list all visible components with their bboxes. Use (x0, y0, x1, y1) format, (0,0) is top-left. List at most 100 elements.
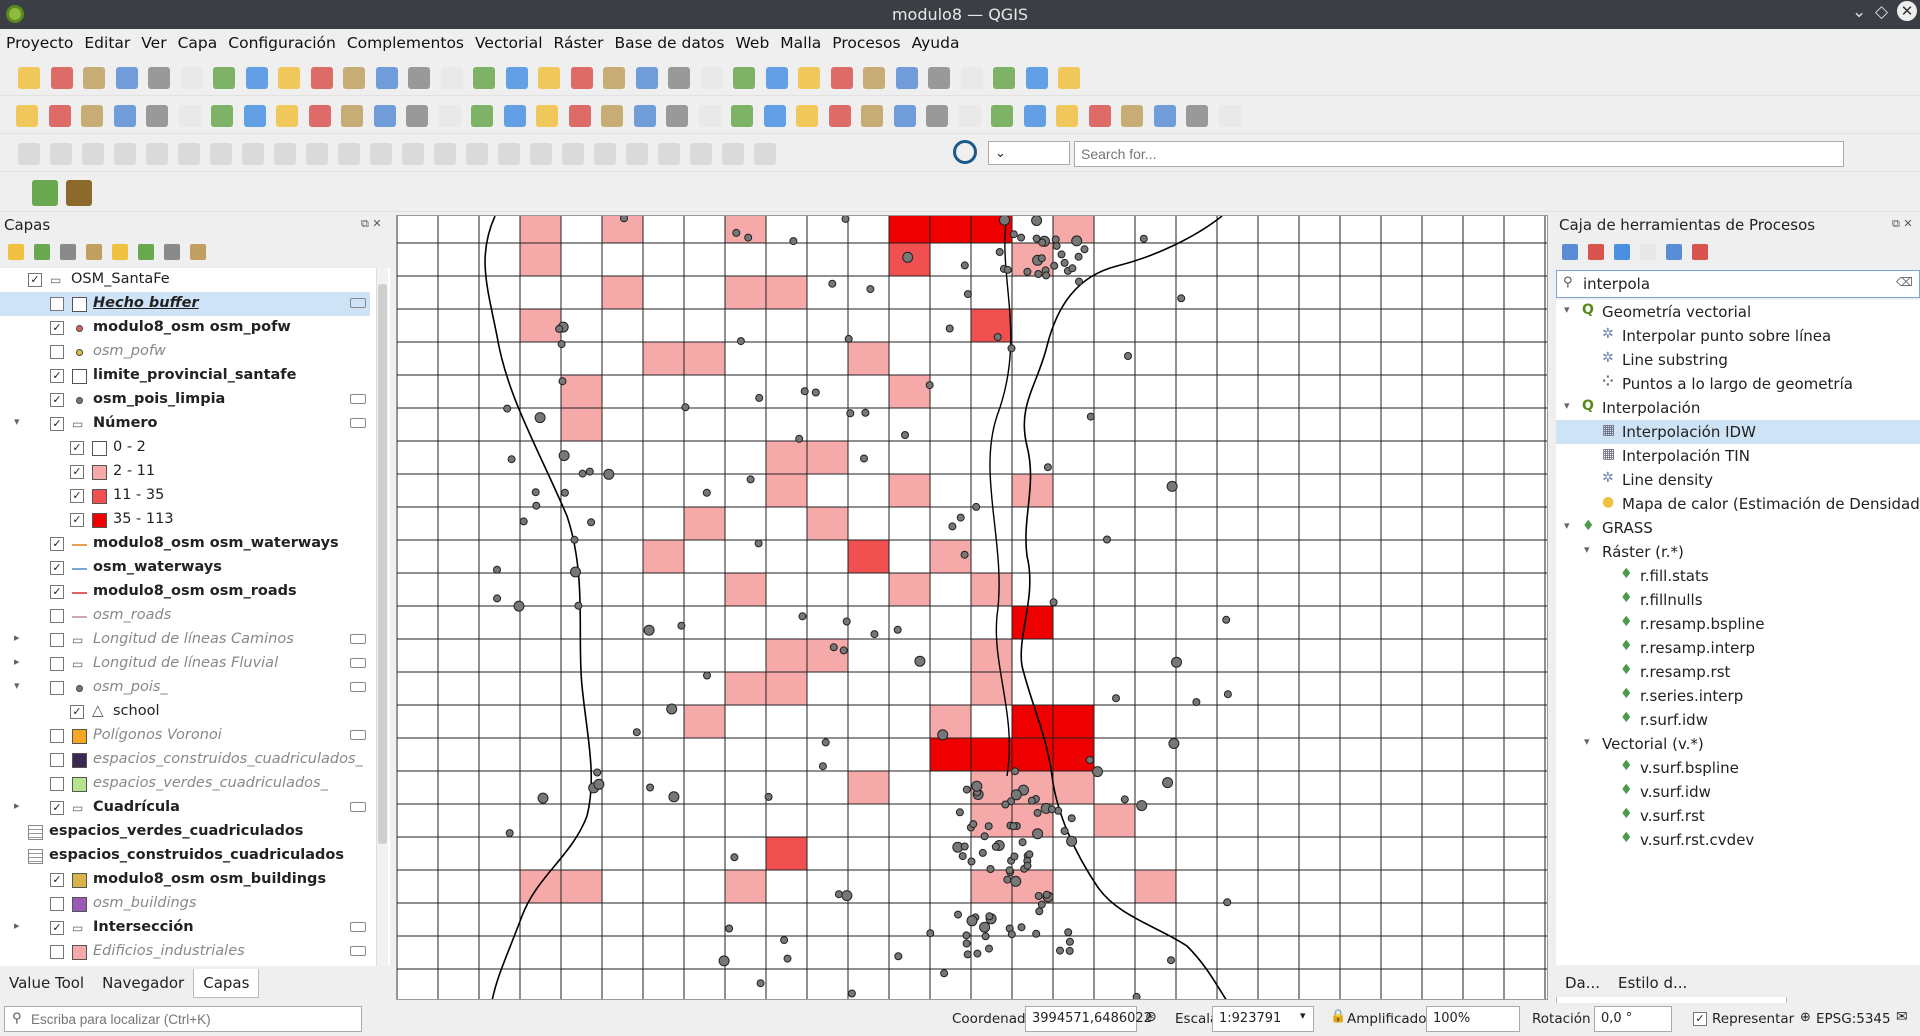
layer-item[interactable]: osm_roads (0, 604, 370, 628)
layers-tool-4-icon[interactable] (86, 244, 102, 260)
tab-navegador[interactable]: Navegador (93, 969, 193, 997)
rotation-field[interactable]: 0,0 ° (1594, 1006, 1672, 1032)
layers-tool-7-icon[interactable] (164, 244, 180, 260)
menu-procesos[interactable]: Procesos (826, 29, 905, 52)
layers-tool-1-icon[interactable] (8, 244, 24, 260)
tb2-tool-27-icon[interactable] (861, 105, 883, 127)
menu-web[interactable]: Web (729, 29, 774, 52)
tb1-tool-26-icon[interactable] (830, 67, 853, 89)
tb2-tool-9-icon[interactable] (276, 105, 298, 127)
tb1-tool-31-icon[interactable] (993, 67, 1015, 89)
tb2-tool-5-icon[interactable] (146, 105, 168, 127)
layer-checkbox[interactable] (50, 777, 64, 791)
expand-arrow-icon[interactable]: ▾ (1564, 519, 1570, 532)
digitize-tool-23-icon[interactable] (722, 143, 744, 165)
layer-checkbox[interactable]: ✓ (70, 705, 84, 719)
tb1-tool-14-icon[interactable] (440, 67, 463, 89)
menu-malla[interactable]: Malla (774, 29, 826, 52)
layer-item[interactable]: ✓ modulo8_osm osm_buildings (0, 868, 370, 892)
toolbox-node[interactable]: ● Mapa de calor (Estimación de Densidad .… (1556, 492, 1920, 516)
tb2-tool-4-icon[interactable] (113, 105, 136, 127)
tb2-tool-15-icon[interactable] (471, 105, 493, 127)
layer-checkbox[interactable]: ✓ (50, 321, 64, 335)
scale-dropdown-icon[interactable]: ▾ (1300, 1009, 1306, 1022)
tb1-tool-29-icon[interactable] (928, 67, 950, 89)
tb2-tool-26-icon[interactable] (828, 105, 851, 127)
tb2-tool-2-icon[interactable] (48, 105, 71, 127)
right-tab-2[interactable]: Estilo d... (1609, 969, 1696, 997)
tb1-tool-3-icon[interactable] (83, 67, 105, 89)
maximize-icon[interactable]: ◇ (1875, 2, 1888, 22)
filter-indicator-icon[interactable] (350, 418, 366, 428)
digitize-tool-19-icon[interactable] (594, 143, 616, 165)
tb1-tool-17-icon[interactable] (538, 67, 560, 89)
layer-checkbox[interactable] (50, 729, 64, 743)
digitize-tool-21-icon[interactable] (658, 143, 680, 165)
layer-checkbox[interactable]: ✓ (50, 801, 64, 815)
tb2-tool-20-icon[interactable] (633, 105, 656, 127)
tb2-tool-31-icon[interactable] (991, 105, 1013, 127)
layer-checkbox[interactable] (50, 633, 64, 647)
menu-configuración[interactable]: Configuración (222, 29, 341, 52)
layer-checkbox[interactable]: ✓ (50, 585, 64, 599)
digitize-tool-18-icon[interactable] (562, 143, 584, 165)
tb2-tool-24-icon[interactable] (763, 105, 786, 127)
tb2-tool-7-icon[interactable] (211, 105, 233, 127)
toolbox-node[interactable]: ▦ Interpolación IDW (1556, 420, 1920, 444)
layer-checkbox[interactable]: ✓ (70, 441, 84, 455)
tb1-tool-9-icon[interactable] (278, 67, 300, 89)
tb2-tool-3-icon[interactable] (81, 105, 103, 127)
layer-item[interactable]: ✓ 35 - 113 (0, 508, 370, 532)
layer-item[interactable]: Hecho buffer (0, 292, 370, 316)
toolbox-node[interactable]: ▾ ♦ GRASS (1556, 516, 1920, 540)
tb1-tool-11-icon[interactable] (343, 67, 365, 89)
right-tab-1[interactable]: Da... (1556, 969, 1609, 997)
layer-item[interactable]: ✓ modulo8_osm osm_waterways (0, 532, 370, 556)
layer-item[interactable]: ✓ 0 - 2 (0, 436, 370, 460)
toolbox-tool-3-icon[interactable] (1614, 244, 1630, 260)
expand-arrow-icon[interactable]: ▾ (1564, 399, 1570, 412)
digitize-tool-4-icon[interactable] (114, 143, 136, 165)
tb1-tool-12-icon[interactable] (375, 67, 398, 89)
filter-indicator-icon[interactable] (350, 682, 366, 692)
locator-input[interactable] (4, 1006, 362, 1032)
tb1-tool-33-icon[interactable] (1058, 67, 1080, 89)
toolbox-tool-2-icon[interactable] (1588, 244, 1604, 260)
lock-icon[interactable]: 🔒 (1330, 1009, 1346, 1024)
layer-checkbox[interactable]: ✓ (50, 921, 64, 935)
layer-checkbox[interactable] (50, 945, 64, 959)
toolbox-node[interactable]: ▾ Vectorial (v.*) (1556, 732, 1920, 756)
tb2-tool-11-icon[interactable] (341, 105, 363, 127)
filter-indicator-icon[interactable] (350, 946, 366, 956)
layer-checkbox[interactable] (50, 345, 64, 359)
render-checkbox[interactable]: ✓ (1693, 1012, 1707, 1026)
layer-checkbox[interactable]: ✓ (70, 489, 84, 503)
layer-item[interactable]: ✓ △ school (0, 700, 370, 724)
layers-tool-2-icon[interactable] (34, 244, 50, 260)
filter-indicator-icon[interactable] (350, 634, 366, 644)
digitize-tool-8-icon[interactable] (242, 143, 264, 165)
digitize-tool-13-icon[interactable] (402, 143, 424, 165)
digitize-tool-1-icon[interactable] (18, 143, 40, 165)
digitize-tool-17-icon[interactable] (530, 143, 552, 165)
layer-checkbox[interactable] (50, 753, 64, 767)
plugin-tool-icon[interactable] (66, 180, 92, 206)
layer-item[interactable]: ✓ 2 - 11 (0, 460, 370, 484)
tb2-tool-38-icon[interactable] (1218, 105, 1241, 127)
clear-search-icon[interactable]: ⌫ (1896, 275, 1913, 289)
digitize-tool-9-icon[interactable] (274, 143, 296, 165)
layer-checkbox[interactable]: ✓ (50, 369, 64, 383)
tb1-tool-10-icon[interactable] (310, 67, 333, 89)
layer-item[interactable]: ▸ ✓ ▭ Intersección (0, 916, 370, 940)
tb1-tool-1-icon[interactable] (18, 67, 40, 89)
mouse-coord-toggle-icon[interactable]: ⊛ (1145, 1009, 1157, 1025)
digitize-tool-6-icon[interactable] (178, 143, 200, 165)
layer-item[interactable]: Polígonos Voronoi (0, 724, 370, 748)
tb2-tool-22-icon[interactable] (698, 105, 721, 127)
tb2-tool-36-icon[interactable] (1153, 105, 1176, 127)
tb2-tool-18-icon[interactable] (568, 105, 591, 127)
expand-arrow-icon[interactable]: ▸ (14, 799, 20, 812)
digitize-tool-3-icon[interactable] (82, 143, 104, 165)
layer-checkbox[interactable]: ✓ (50, 561, 64, 575)
crs-button[interactable]: EPSG:5345 (1816, 1011, 1891, 1027)
